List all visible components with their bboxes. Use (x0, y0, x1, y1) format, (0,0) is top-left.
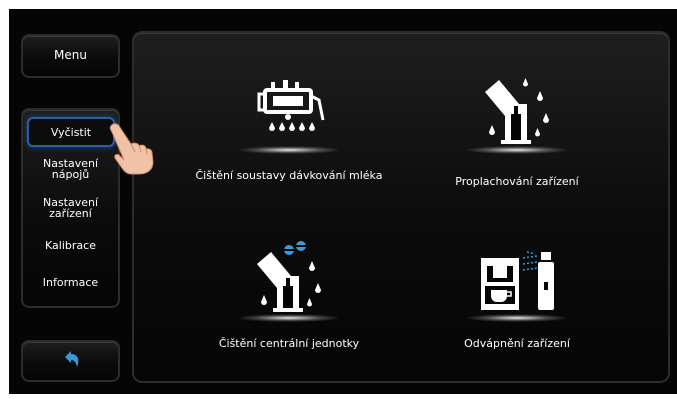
sidebar-item-label: Nastavení zařízení (42, 196, 99, 220)
main-panel: Čištění soustavy dávkování mléka Proplac… (132, 31, 670, 383)
tile-descaling-label: Odvápnění zařízení (464, 337, 570, 350)
tile-milk-system-cleaning-label: Čištění soustavy dávkování mléka (195, 169, 383, 182)
sidebar-item-informace[interactable]: Informace (29, 277, 112, 288)
device-screen: Menu Vyčistit Nastavení nápojů Nastavení… (9, 9, 677, 394)
tile-milk-system-cleaning[interactable]: Čištění soustavy dávkování mléka (189, 70, 389, 210)
menu-button[interactable]: Menu (21, 34, 120, 78)
tile-descaling[interactable]: Odvápnění zařízení (417, 243, 617, 383)
sidebar-item-nastaveni-napoju[interactable]: Nastavení nápojů (29, 158, 112, 180)
tile-device-rinsing[interactable]: Proplachování zařízení (417, 70, 617, 210)
back-button[interactable] (21, 340, 120, 382)
sidebar-item-nastaveni-zarizeni[interactable]: Nastavení zařízení (29, 197, 112, 219)
descaling-icon (467, 251, 567, 322)
sidebar-item-label: Informace (42, 276, 99, 289)
brew-unit-cleaning-icon (239, 241, 339, 322)
sidebar-item-label: Vyčistit (50, 125, 92, 139)
tile-brew-unit-cleaning-label: Čištění centrální jednotky (218, 337, 360, 350)
tile-brew-unit-cleaning[interactable]: Čištění centrální jednotky (189, 241, 389, 383)
sidebar-item-label: Kalibrace (45, 239, 96, 252)
device-rinsing-icon (467, 78, 567, 154)
sidebar-item-kalibrace[interactable]: Kalibrace (29, 240, 112, 251)
sidebar-item-vycistit[interactable]: Vyčistit (27, 117, 115, 147)
milk-system-cleaning-icon (239, 80, 339, 154)
sidebar-item-label: Nastavení nápojů (42, 157, 99, 181)
pointing-hand-icon (109, 123, 154, 175)
menu-button-label: Menu (54, 48, 87, 62)
sidebar-panel: Vyčistit Nastavení nápojů Nastavení zaří… (21, 108, 120, 308)
tile-device-rinsing-label: Proplachování zařízení (455, 175, 579, 188)
back-arrow-icon (65, 351, 79, 367)
